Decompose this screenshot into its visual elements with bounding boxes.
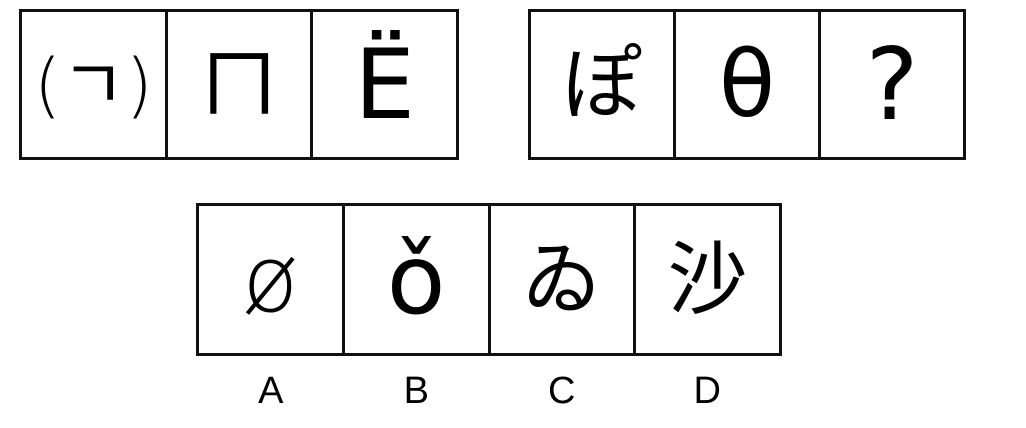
option-a-cell[interactable]: ø: [199, 206, 345, 353]
question-cell-1: (ㄱ): [22, 12, 168, 157]
option-c-label[interactable]: C: [489, 368, 635, 414]
question-cell-4: ぽ: [531, 12, 676, 157]
options-panel: ø ǒ ゐ 沙: [196, 203, 782, 356]
option-c-cell[interactable]: ゐ: [491, 206, 637, 353]
question-cell-3: Ë: [313, 12, 456, 157]
question-cell-5: θ: [676, 12, 821, 157]
figure-symbol: θ: [718, 30, 776, 138]
option-labels: A B C D: [198, 368, 780, 414]
figure-symbol: Ë: [354, 28, 415, 141]
option-a-symbol: ø: [242, 225, 299, 333]
option-a-label[interactable]: A: [198, 368, 344, 414]
option-d-cell[interactable]: 沙: [636, 206, 779, 353]
option-d-label[interactable]: D: [635, 368, 781, 414]
figure-symbol: (ㄱ): [33, 43, 153, 126]
option-d-symbol: 沙: [667, 232, 748, 326]
question-group-left: (ㄱ) ㄇ Ë: [19, 9, 459, 160]
option-b-label[interactable]: B: [344, 368, 490, 414]
question-mark-cell: ?: [821, 12, 963, 157]
question-group-right: ぽ θ ?: [528, 9, 966, 160]
question-cell-2: ㄇ: [168, 12, 314, 157]
figure-symbol: ㄇ: [200, 39, 279, 130]
option-c-symbol: ゐ: [521, 232, 602, 326]
figure-symbol: ぽ: [562, 37, 642, 131]
question-mark: ?: [865, 25, 919, 143]
option-b-symbol: ǒ: [386, 223, 446, 336]
option-b-cell[interactable]: ǒ: [345, 206, 491, 353]
